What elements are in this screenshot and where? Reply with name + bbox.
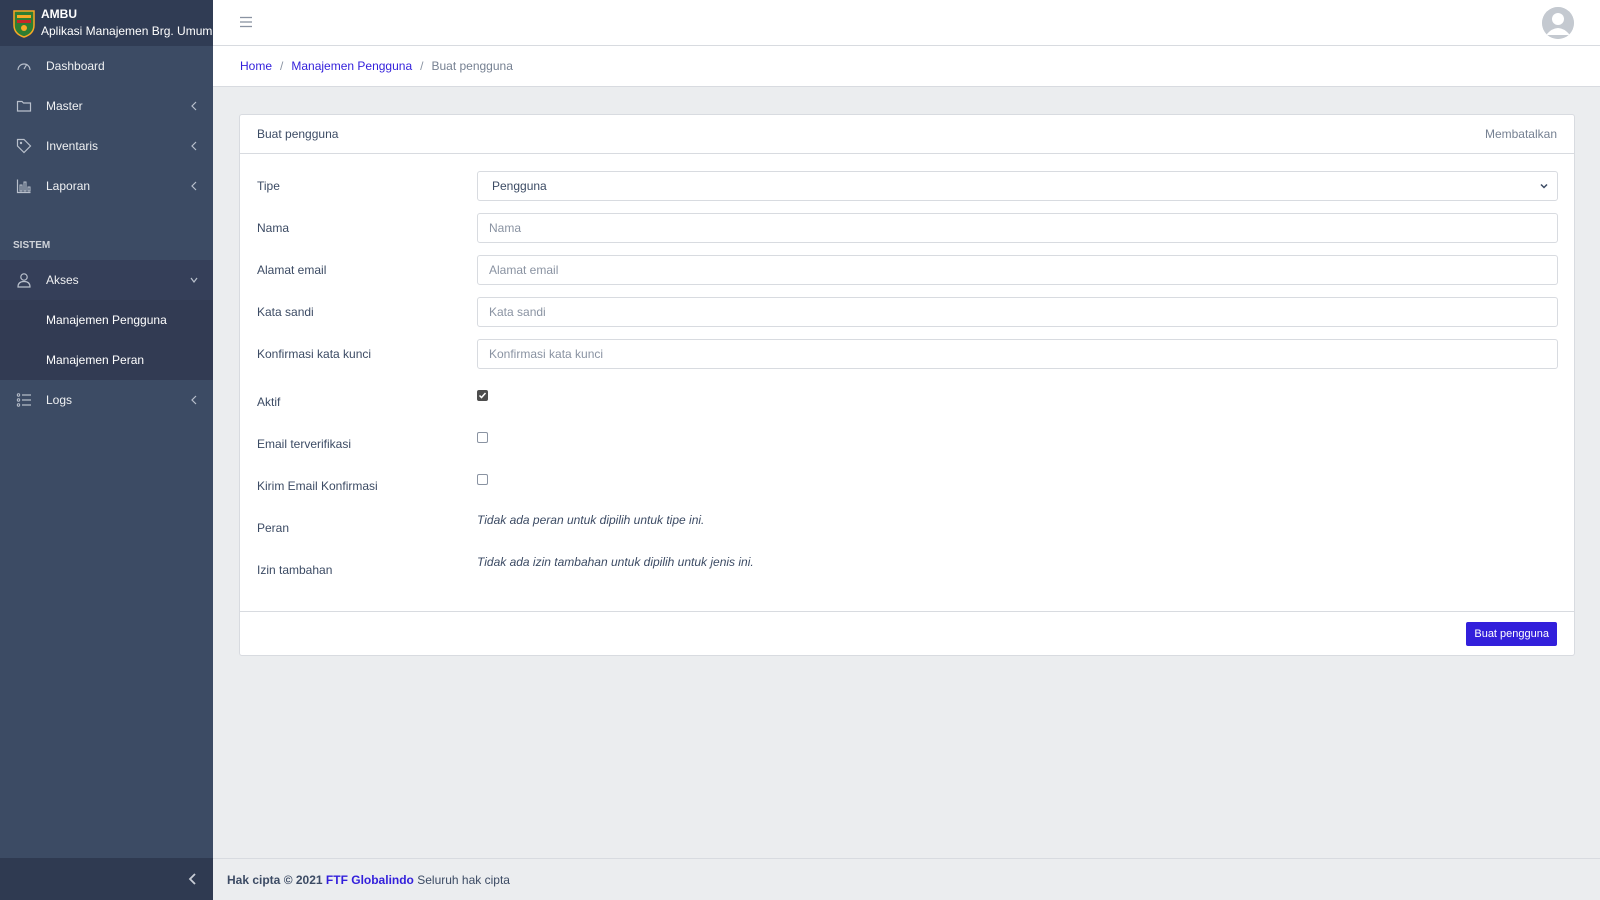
card-body: Tipe Pengguna Nama Nama Alamat email Ala… (240, 154, 1574, 614)
brand-subtitle: Aplikasi Manajemen Brg. Umum (41, 24, 213, 38)
sidebar-item-laporan[interactable]: Laporan (0, 166, 213, 206)
user-avatar-icon (1542, 7, 1574, 39)
tipe-select[interactable]: Pengguna (477, 171, 1558, 201)
sidebar-item-label: Akses (46, 273, 79, 287)
chevron-left-icon (188, 873, 196, 885)
card-title: Buat pengguna (257, 127, 339, 141)
footer-company-link[interactable]: FTF Globalindo (326, 873, 414, 887)
peran-label: Peran (257, 521, 290, 535)
footer-copyright: Hak cipta © 2021 (227, 872, 323, 887)
tipe-label: Tipe (257, 179, 280, 193)
brand[interactable]: AMBU Aplikasi Manajemen Brg. Umum (0, 0, 213, 46)
form-row-email: Alamat email Alamat email (257, 255, 1558, 285)
breadcrumb-current: Buat pengguna (431, 59, 513, 73)
chevron-left-icon (191, 181, 197, 191)
breadcrumb-parent[interactable]: Manajemen Pengguna (291, 59, 412, 73)
sidebar-item-master[interactable]: Master (0, 86, 213, 126)
cancel-link[interactable]: Membatalkan (1485, 127, 1557, 141)
password-label: Kata sandi (257, 305, 314, 319)
confirm-password-label: Konfirmasi kata kunci (257, 347, 372, 361)
email-placeholder: Alamat email (489, 263, 559, 277)
avatar[interactable] (1542, 7, 1574, 39)
aktif-label: Aktif (257, 395, 281, 409)
footer-rights: Seluruh hak cipta (417, 872, 510, 887)
sidebar-section-title: SISTEM (13, 240, 51, 251)
user-icon (16, 272, 32, 288)
chevron-left-icon (191, 395, 197, 405)
sidebar-item-akses[interactable]: Akses (0, 260, 213, 300)
list-icon (16, 392, 32, 408)
email-input[interactable]: Alamat email (477, 255, 1558, 285)
sidebar-item-label: Laporan (46, 179, 91, 193)
nama-input[interactable]: Nama (477, 213, 1558, 243)
folder-icon (16, 98, 32, 114)
sidebar-item-label: Logs (46, 393, 73, 407)
chevron-down-icon (190, 277, 198, 283)
tipe-select-value: Pengguna (492, 179, 547, 193)
nama-placeholder: Nama (489, 221, 522, 235)
form-row-aktif: Aktif (257, 387, 1557, 417)
peran-note: Tidak ada peran untuk dipilih untuk tipe… (477, 513, 705, 527)
form-row-peran: Peran Tidak ada peran untuk dipilih untu… (257, 513, 1557, 543)
chevron-left-icon (191, 141, 197, 151)
send-confirmation-checkbox[interactable] (477, 474, 488, 485)
sidebar-item-logs[interactable]: Logs (0, 380, 213, 420)
sidebar-item-label: Inventaris (46, 139, 99, 153)
hamburger-menu-icon[interactable] (239, 15, 253, 29)
check-icon (478, 392, 487, 399)
izin-label: Izin tambahan (257, 563, 333, 577)
sidebar: AMBU Aplikasi Manajemen Brg. Umum Dashbo… (0, 0, 213, 900)
form-row-password: Kata sandi Kata sandi (257, 297, 1558, 327)
password-input[interactable]: Kata sandi (477, 297, 1558, 327)
tag-icon (16, 138, 32, 154)
sidebar-item-dashboard[interactable]: Dashboard (0, 46, 213, 86)
form-row-email-verified: Email terverifikasi (257, 429, 1557, 459)
sidebar-item-label: Dashboard (46, 59, 105, 73)
email-label: Alamat email (257, 263, 327, 277)
brand-text: AMBU Aplikasi Manajemen Brg. Umum (41, 6, 212, 40)
confirm-password-input[interactable]: Konfirmasi kata kunci (477, 339, 1558, 369)
sidebar-item-manajemen-pengguna[interactable]: Manajemen Pengguna (0, 300, 213, 340)
footer: Hak cipta © 2021 FTF Globalindo Seluruh … (213, 858, 1600, 900)
breadcrumb-home[interactable]: Home (240, 59, 272, 73)
card-header: Buat pengguna Membatalkan (240, 115, 1574, 154)
breadcrumb-separator: / (280, 59, 284, 73)
brand-logo-icon (13, 10, 35, 38)
bar-chart-icon (16, 178, 32, 194)
card-footer: Buat pengguna (240, 611, 1574, 655)
password-placeholder: Kata sandi (489, 305, 546, 319)
aktif-checkbox[interactable] (477, 390, 488, 401)
header (213, 0, 1600, 46)
form-row-nama: Nama Nama (257, 213, 1558, 243)
sidebar-item-manajemen-peran[interactable]: Manajemen Peran (0, 340, 213, 380)
speedometer-icon (16, 58, 32, 74)
create-user-button[interactable]: Buat pengguna (1466, 622, 1557, 646)
sidebar-item-label: Master (46, 99, 83, 113)
form-row-tipe: Tipe Pengguna (257, 171, 1558, 201)
form-row-send-confirmation: Kirim Email Konfirmasi (257, 471, 1557, 501)
izin-note: Tidak ada izin tambahan untuk dipilih un… (477, 555, 754, 569)
chevron-left-icon (191, 101, 197, 111)
confirm-password-placeholder: Konfirmasi kata kunci (489, 347, 604, 361)
sidebar-minimize-button[interactable] (0, 858, 213, 900)
form-row-confirm-password: Konfirmasi kata kunci Konfirmasi kata ku… (257, 339, 1558, 369)
form-row-izin: Izin tambahan Tidak ada izin tambahan un… (257, 555, 1557, 585)
create-user-card: Buat pengguna Membatalkan Tipe Pengguna … (239, 114, 1575, 656)
nama-label: Nama (257, 221, 290, 235)
sidebar-item-inventaris[interactable]: Inventaris (0, 126, 213, 166)
send-confirmation-label: Kirim Email Konfirmasi (257, 479, 378, 493)
breadcrumb: Home / Manajemen Pengguna / Buat penggun… (213, 46, 1600, 87)
email-verified-label: Email terverifikasi (257, 437, 352, 451)
email-verified-checkbox[interactable] (477, 432, 488, 443)
brand-name: AMBU (41, 7, 77, 21)
breadcrumb-separator: / (420, 59, 424, 73)
chevron-down-icon (1540, 183, 1548, 189)
